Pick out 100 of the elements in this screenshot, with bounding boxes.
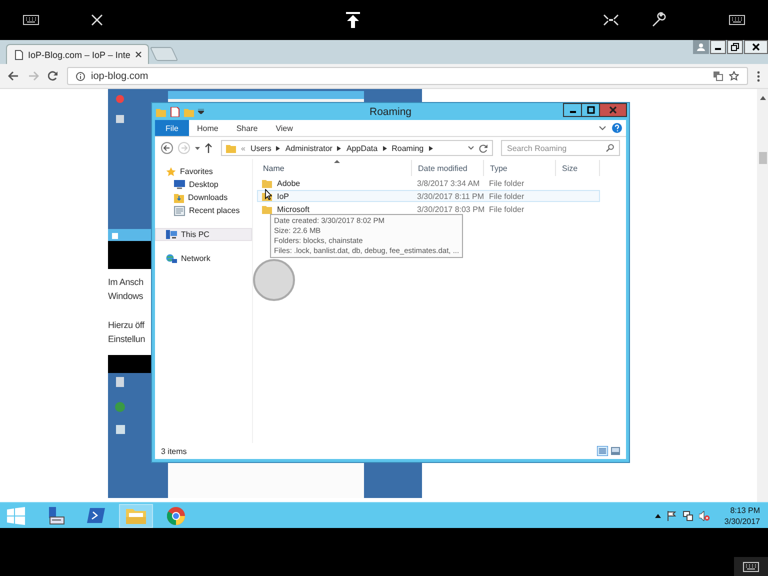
back-icon[interactable] xyxy=(161,142,173,154)
mouse-pointer-icon xyxy=(265,189,272,200)
star-icon[interactable] xyxy=(729,71,739,81)
wrench-icon[interactable] xyxy=(651,12,667,28)
file-name: IoP xyxy=(277,192,290,200)
minimize-button[interactable] xyxy=(710,40,726,54)
file-row[interactable]: Microsoft 3/30/2017 8:03 PM File folder xyxy=(257,203,600,215)
server-icon xyxy=(47,506,65,524)
reload-icon[interactable] xyxy=(48,71,58,81)
file-name: Microsoft xyxy=(277,204,310,214)
column-header[interactable]: Date modified xyxy=(412,160,484,176)
breadcrumb[interactable]: Administrator xyxy=(285,144,332,152)
keyboard-icon[interactable] xyxy=(729,15,745,25)
article-text: Einstellun xyxy=(108,333,146,346)
clock-date[interactable]: 3/30/2017 xyxy=(724,516,760,526)
up-arrow-icon[interactable] xyxy=(205,143,212,153)
clock-time[interactable]: 8:13 PM xyxy=(730,504,760,516)
column-header[interactable]: Size xyxy=(556,160,600,176)
nav-item[interactable]: Favorites xyxy=(155,165,252,178)
dropdown-icon[interactable] xyxy=(198,109,204,114)
browser-tab[interactable]: IoP-Blog.com – IoP – Inte xyxy=(6,44,150,64)
network-icon[interactable] xyxy=(683,510,694,520)
star-icon xyxy=(166,166,176,176)
translate-icon[interactable] xyxy=(713,71,723,81)
sort-arrow-icon xyxy=(334,160,340,163)
article-text: Windows xyxy=(108,290,144,303)
upload-arrow-icon[interactable] xyxy=(346,12,360,28)
properties-icon[interactable] xyxy=(170,106,180,116)
type-cell-text: File folder xyxy=(488,192,526,200)
speaker-muted-icon[interactable] xyxy=(699,510,710,520)
chevron-right-icon[interactable] xyxy=(382,146,387,150)
menu-icon[interactable] xyxy=(757,70,760,82)
nav-item[interactable]: Network xyxy=(155,252,252,265)
restore-button[interactable] xyxy=(727,40,743,54)
chrome-icon xyxy=(167,506,185,524)
scroll-up-icon[interactable] xyxy=(760,96,766,100)
breadcrumb-overflow[interactable]: « xyxy=(241,144,246,152)
breadcrumb[interactable]: AppData xyxy=(346,144,378,152)
maximize-button[interactable] xyxy=(581,103,600,117)
chevron-right-icon[interactable] xyxy=(428,146,433,150)
chevron-down-icon[interactable] xyxy=(468,146,474,150)
dropdown-icon[interactable] xyxy=(195,146,200,150)
page-icon xyxy=(15,50,23,60)
document-icon xyxy=(174,206,185,216)
refresh-icon[interactable] xyxy=(479,144,488,152)
chevron-right-icon[interactable] xyxy=(276,146,280,150)
collapse-icon[interactable] xyxy=(603,14,619,26)
close-icon xyxy=(752,43,760,51)
address-field[interactable]: « Users Administrator AppData Roaming xyxy=(221,140,493,156)
article-text: Hierzu öff xyxy=(108,319,144,332)
chevron-down-icon[interactable] xyxy=(599,126,606,130)
monitor-icon xyxy=(174,180,185,189)
keyboard-icon xyxy=(743,562,759,572)
nav-item[interactable]: Desktop xyxy=(155,178,252,191)
folder-icon xyxy=(174,192,184,203)
thumbnails-view-icon[interactable] xyxy=(611,447,620,455)
flag-icon[interactable] xyxy=(667,510,678,520)
info-icon[interactable] xyxy=(76,72,85,80)
breadcrumb[interactable]: Roaming xyxy=(392,144,424,152)
close-button[interactable] xyxy=(744,40,768,54)
close-icon xyxy=(609,106,617,114)
file-row[interactable]: IoP 3/30/2017 8:11 PM File folder xyxy=(257,190,600,202)
ribbon-tab[interactable]: View xyxy=(270,120,303,136)
help-icon[interactable] xyxy=(612,123,622,133)
keyboard-icon[interactable] xyxy=(23,15,39,25)
network-icon xyxy=(166,254,177,264)
folder-icon xyxy=(226,143,236,153)
nav-item[interactable]: Downloads xyxy=(155,191,252,204)
date-cell-text: 3/30/2017 8:03 PM xyxy=(416,204,485,214)
maximize-icon xyxy=(586,106,594,114)
column-header[interactable]: Type xyxy=(484,160,556,176)
column-header[interactable]: Name xyxy=(257,160,412,176)
scrollbar-thumb[interactable] xyxy=(758,152,766,164)
file-row[interactable]: Adobe 3/8/2017 3:34 AM File folder xyxy=(257,177,600,189)
caret-up-icon[interactable] xyxy=(655,514,662,518)
file-tab[interactable]: File xyxy=(155,120,189,136)
window-title: Roaming xyxy=(369,106,412,118)
nav-item[interactable]: This PC xyxy=(155,228,252,241)
close-icon[interactable] xyxy=(135,51,142,58)
ribbon-tab[interactable]: Home xyxy=(191,120,228,136)
breadcrumb[interactable]: Users xyxy=(250,144,272,152)
back-icon[interactable] xyxy=(8,71,19,81)
file-name: Adobe xyxy=(277,178,300,188)
folder-icon xyxy=(126,507,146,524)
date-cell-text: 3/30/2017 8:11 PM xyxy=(416,192,485,200)
type-cell-text: File folder xyxy=(488,204,526,214)
details-view-icon[interactable] xyxy=(597,446,608,456)
address-field[interactable]: iop-blog.com xyxy=(67,67,748,85)
search-icon xyxy=(606,144,614,152)
start-icon[interactable] xyxy=(7,506,25,524)
chevron-right-icon[interactable] xyxy=(337,146,342,150)
ribbon-tab[interactable]: Share xyxy=(230,120,268,136)
computer-icon xyxy=(166,230,177,240)
minimize-button[interactable] xyxy=(563,103,582,117)
article-text: Im Ansch xyxy=(108,276,144,289)
item-count: 3 items xyxy=(161,446,187,456)
nav-item[interactable]: Recent places xyxy=(155,204,252,217)
keyboard-button[interactable] xyxy=(734,557,768,576)
terminal-icon xyxy=(87,508,105,523)
type-cell-text: File folder xyxy=(488,178,526,188)
